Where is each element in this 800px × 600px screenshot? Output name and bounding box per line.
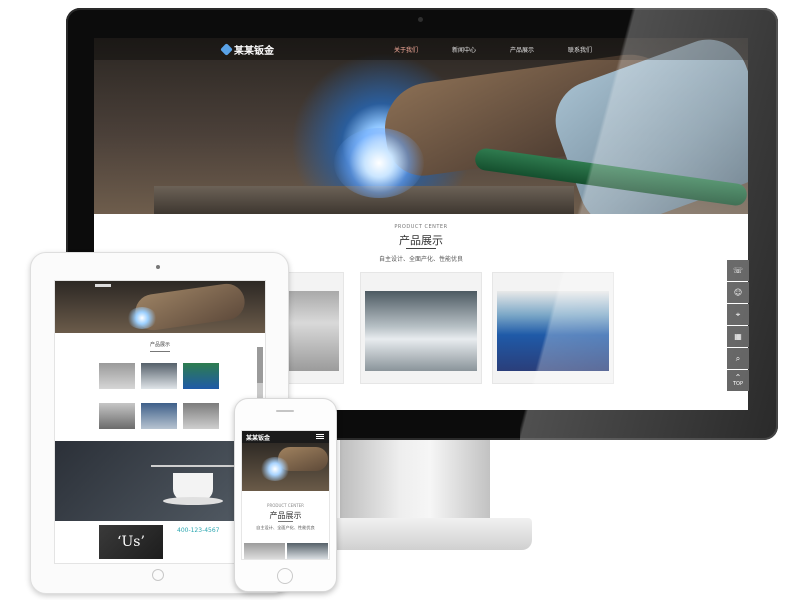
site-logo-text: 某某钣金: [234, 46, 274, 57]
floating-side-toolbar: ☏ ☺ ⌖ ▦ ⌕ ⌃ TOP: [727, 260, 749, 391]
tablet-camera: [156, 265, 160, 269]
products-heading-cn: 产品展示: [399, 234, 443, 247]
product-image: [365, 291, 477, 371]
tablet-logo: [95, 284, 111, 287]
site-logo[interactable]: 某某钣金: [220, 42, 274, 57]
back-to-top-button[interactable]: ⌃ TOP: [727, 370, 749, 391]
tablet-heading-divider: [150, 351, 170, 352]
tablet-product-thumb[interactable]: [141, 363, 177, 389]
nav-item-products[interactable]: 产品展示: [510, 45, 534, 54]
tablet-hotline-number: 400-123-4567: [177, 527, 220, 534]
tablet-products-heading: 产品展示: [149, 342, 170, 348]
monitor-camera: [418, 17, 423, 22]
coffee-saucer-image: [163, 497, 223, 505]
monitor-stand-neck: [340, 440, 490, 520]
side-location-button[interactable]: ⌖: [727, 304, 749, 325]
mobile-products-subtitle: 自主设计、全面产化、性能优良: [256, 525, 315, 530]
side-service-button[interactable]: ☺: [727, 282, 749, 303]
qrcode-icon: ▦: [734, 331, 742, 341]
monitor-stand-base: [316, 518, 532, 550]
tablet-home-button: [152, 569, 164, 581]
mobile-product-thumb[interactable]: [244, 543, 285, 559]
nav-item-news[interactable]: 新闻中心: [452, 45, 476, 54]
hamburger-menu-icon[interactable]: [316, 434, 324, 435]
side-qrcode-button[interactable]: ▦: [727, 326, 749, 347]
tablet-product-thumb[interactable]: [99, 403, 135, 429]
products-heading-en: PRODUCT CENTER: [394, 224, 448, 230]
tablet-product-thumb[interactable]: [141, 403, 177, 429]
tablet-scroll-thumb[interactable]: [257, 347, 263, 383]
mobile-hero-spark: [260, 457, 290, 481]
logo-diamond-icon: [220, 43, 233, 56]
search-icon: ⌕: [735, 353, 741, 363]
nav-item-about[interactable]: 关于我们: [394, 45, 418, 54]
mobile-home-button: [277, 568, 293, 584]
product-card-rolling-machine[interactable]: [492, 272, 614, 384]
tablet-about-text-line: [151, 465, 241, 467]
tablet-product-thumb[interactable]: [183, 363, 219, 389]
mobile-screen: 某某钣金 PRODUCT CENTER 产品展示 自主设计、全面产化、性能优良: [241, 430, 330, 560]
side-phone-button[interactable]: ☏: [727, 260, 749, 281]
location-icon: ⌖: [735, 309, 741, 319]
mobile-product-thumb[interactable]: [287, 543, 328, 559]
mobile-speaker: [276, 410, 294, 412]
tablet-hero-spark: [127, 307, 157, 329]
phone-icon: ☏: [732, 265, 743, 275]
tablet-about-us-banner[interactable]: ‘Us’: [99, 525, 163, 559]
mobile-logo[interactable]: 某某钣金: [246, 433, 270, 442]
back-to-top-label: TOP: [732, 381, 743, 387]
mobile-products-heading-en: PRODUCT CENTER: [267, 503, 304, 508]
tablet-product-thumb[interactable]: [99, 363, 135, 389]
nav-item-contact[interactable]: 联系我们: [568, 45, 592, 54]
side-search-button[interactable]: ⌕: [727, 348, 749, 369]
hero-banner: 某某钣金 关于我们 新闻中心 产品展示 联系我们: [94, 38, 748, 214]
nav-menu: 关于我们 新闻中心 产品展示 联系我们: [394, 45, 592, 54]
mobile-heading-divider: [278, 521, 293, 522]
hero-welding-spark: [334, 128, 424, 198]
product-image: [497, 291, 609, 371]
products-heading-divider: [406, 248, 436, 249]
tablet-hero-banner: [55, 281, 265, 333]
customer-service-icon: ☺: [733, 287, 743, 297]
tablet-product-thumb[interactable]: [183, 403, 219, 429]
product-card-workshop[interactable]: [360, 272, 482, 384]
mobile-products-heading-cn: 产品展示: [269, 511, 302, 520]
